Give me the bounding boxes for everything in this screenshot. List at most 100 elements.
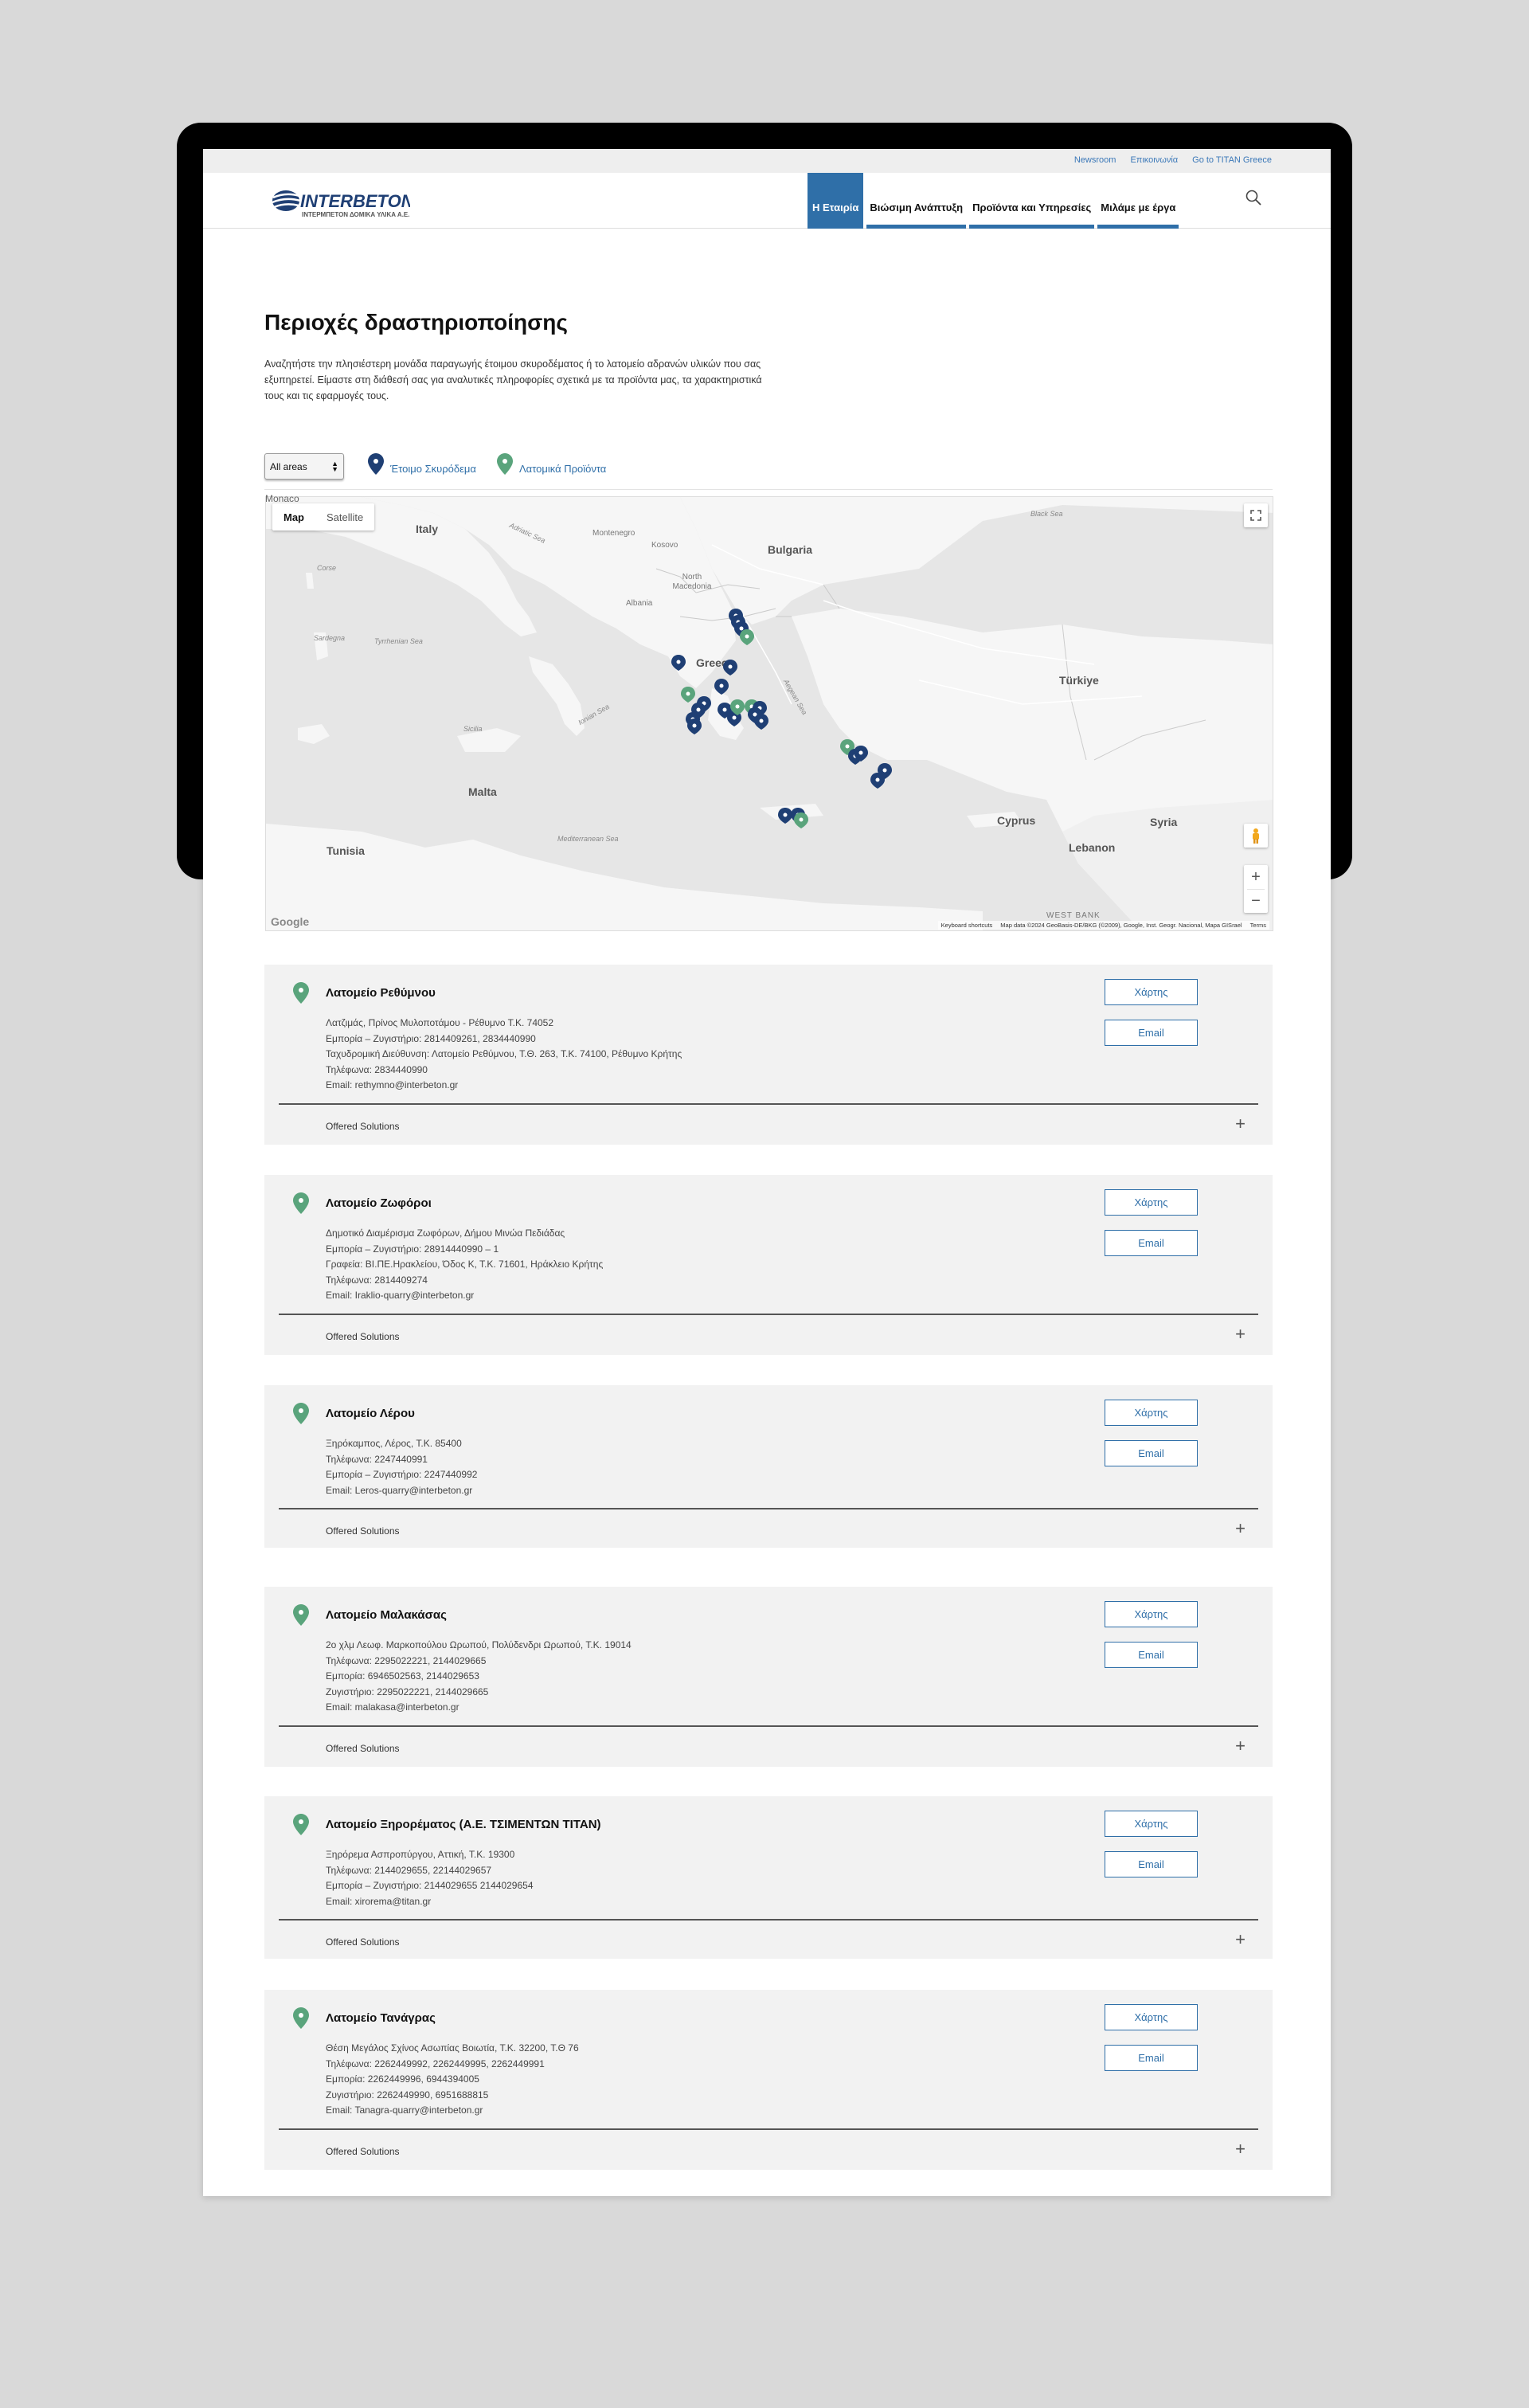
quarry-detail-line: Τηλέφωνα: 2247440991: [326, 1453, 428, 1465]
link-newsroom[interactable]: Newsroom: [1074, 155, 1116, 165]
zoom-controls: + −: [1244, 865, 1268, 913]
map-button[interactable]: Χάρτης: [1105, 979, 1198, 1005]
map-type-satellite[interactable]: Satellite: [315, 503, 374, 531]
zoom-out-button[interactable]: −: [1247, 889, 1265, 913]
link-titan-greece[interactable]: Go to TITAN Greece: [1192, 155, 1272, 165]
map-button[interactable]: Χάρτης: [1105, 1400, 1198, 1426]
legend-ready-mix[interactable]: Έτοιμο Σκυρόδεμα: [368, 453, 476, 475]
map-button[interactable]: Χάρτης: [1105, 1601, 1198, 1627]
locations-map[interactable]: Italy Montenegro Kosovo Bulgaria North M…: [265, 496, 1273, 931]
map-pin[interactable]: [754, 714, 768, 730]
email-button[interactable]: Email: [1105, 1020, 1198, 1046]
quarry-detail-line: Θέση Μεγάλος Σχίνος Ασωπίας Βοιωτία, Τ.Κ…: [326, 2042, 579, 2054]
quarry-detail-line: Τηλέφωνα: 2814409274: [326, 1274, 428, 1286]
quarry-detail-line: Εμπορία – Ζυγιστήριο: 28914440990 – 1: [326, 1243, 499, 1255]
legend-aggregates[interactable]: Λατομικά Προϊόντα: [497, 453, 606, 475]
map-button[interactable]: Χάρτης: [1105, 2004, 1198, 2030]
email-button[interactable]: Email: [1105, 1230, 1198, 1256]
map-pin[interactable]: [714, 679, 729, 695]
email-button[interactable]: Email: [1105, 1440, 1198, 1466]
expand-plus-icon[interactable]: +: [1235, 1520, 1245, 1537]
quarry-detail-line: Εμπορία: 2262449996, 6944394005: [326, 2073, 479, 2085]
email-button[interactable]: Email: [1105, 1851, 1198, 1877]
offered-solutions-label[interactable]: Offered Solutions: [326, 1525, 400, 1537]
map-attribution: Keyboard shortcuts Map data ©2024 GeoBas…: [937, 921, 1269, 930]
quarry-detail-line: Email: malakasa@interbeton.gr: [326, 1701, 459, 1713]
map-pin[interactable]: [778, 808, 792, 824]
map-pin[interactable]: [740, 629, 754, 645]
area-select[interactable]: All areas ▲ ▼: [264, 453, 344, 480]
map-overflow-label: Monaco: [265, 493, 299, 504]
expand-plus-icon[interactable]: +: [1235, 1115, 1245, 1133]
email-button[interactable]: Email: [1105, 2045, 1198, 2071]
keyboard-shortcuts-link[interactable]: Keyboard shortcuts: [941, 922, 993, 929]
top-utility-bar: Newsroom Επικοινωνία Go to TITAN Greece: [203, 149, 1331, 173]
quarry-detail-line: Email: Tanagra-quarry@interbeton.gr: [326, 2105, 483, 2116]
map-pin[interactable]: [723, 660, 737, 675]
map-pin[interactable]: [671, 655, 686, 671]
quarry-detail-line: Τηλέφωνα: 2295022221, 2144029665: [326, 1654, 487, 1666]
nav-tab-projects[interactable]: Μιλάμε με έργα: [1097, 173, 1179, 229]
quarry-card: Λατομείο Λέρου Ξηρόκαμπος, Λέρος, Τ.Κ. 8…: [264, 1385, 1273, 1548]
search-icon[interactable]: [1245, 189, 1262, 206]
offered-solutions-label[interactable]: Offered Solutions: [326, 1331, 400, 1342]
expand-plus-icon[interactable]: +: [1235, 1737, 1245, 1755]
location-pin-icon: [293, 1192, 309, 1214]
expand-plus-icon[interactable]: +: [1235, 2140, 1245, 2158]
zoom-in-button[interactable]: +: [1251, 865, 1261, 889]
location-pin-icon: [293, 1814, 309, 1835]
quarry-card: Λατομείο Μαλακάσας 2ο χλμ Λεωφ. Μαρκοπού…: [264, 1587, 1273, 1767]
email-button[interactable]: Email: [1105, 1642, 1198, 1668]
link-contact[interactable]: Επικοινωνία: [1130, 155, 1178, 165]
offered-solutions-label[interactable]: Offered Solutions: [326, 1121, 400, 1132]
quarry-detail-line: Ζυγιστήριο: 2262449990, 6951688815: [326, 2089, 489, 2101]
quarry-card: Λατομείο Ζωφόροι Δημοτικό Διαμέρισμα Ζωφ…: [264, 1175, 1273, 1355]
quarry-details: Λατζιμάς, Πρίνος Μυλοποτάμου - Ρέθυμνο Τ…: [326, 1016, 682, 1094]
legend-aggregates-label: Λατομικά Προϊόντα: [519, 463, 607, 475]
quarry-detail-line: Email: rethymno@interbeton.gr: [326, 1079, 459, 1090]
quarry-title: Λατομείο Ρεθύμνου: [326, 986, 436, 1000]
terms-link[interactable]: Terms: [1250, 922, 1266, 929]
fullscreen-icon[interactable]: [1244, 503, 1268, 527]
map-pin[interactable]: [870, 773, 885, 789]
quarry-title: Λατομείο Τανάγρας: [326, 2011, 436, 2025]
quarry-detail-line: Email: Leros-quarry@interbeton.gr: [326, 1484, 473, 1496]
quarry-title: Λατομείο Ζωφόροι: [326, 1196, 432, 1210]
quarry-detail-line: 2ο χλμ Λεωφ. Μαρκοπούλου Ωρωπού, Πολύδεν…: [326, 1639, 632, 1650]
map-button[interactable]: Χάρτης: [1105, 1189, 1198, 1216]
quarry-details: Θέση Μεγάλος Σχίνος Ασωπίας Βοιωτία, Τ.Κ…: [326, 2041, 579, 2119]
quarry-detail-line: Εμπορία: 6946502563, 2144029653: [326, 1670, 479, 1682]
quarry-detail-line: Γραφεία: ΒΙ.ΠΕ.Ηρακλείου, Όδος Κ, Τ.Κ. 7…: [326, 1259, 604, 1270]
nav-tab-company[interactable]: Η Εταιρία: [808, 173, 864, 229]
quarry-detail-line: Ξηρόρεμα Ασπροπύργου, Αττική, Τ.Κ. 19300: [326, 1849, 515, 1860]
quarry-detail-line: Εμπορία – Ζυγιστήριο: 2144029655 2144029…: [326, 1880, 534, 1891]
quarry-detail-line: Λατζιμάς, Πρίνος Μυλοποτάμου - Ρέθυμνο Τ…: [326, 1017, 554, 1028]
location-pin-icon: [293, 1604, 309, 1626]
offered-solutions-label[interactable]: Offered Solutions: [326, 1743, 400, 1754]
expand-plus-icon[interactable]: +: [1235, 1325, 1245, 1343]
map-pin[interactable]: [794, 812, 808, 828]
map-pin[interactable]: [681, 687, 695, 703]
quarry-title: Λατομείο Ξηρορέματος (Α.Ε. ΤΣΙΜΕΝΤΩΝ ΤΙΤ…: [326, 1818, 601, 1831]
ready-mix-pin-icon: [368, 453, 384, 475]
nav-tab-sustainability[interactable]: Βιώσιμη Ανάπτυξη: [866, 173, 967, 229]
interbeton-logo[interactable]: INTERBETON ΙΝΤΕΡΜΠΕΤΟΝ ΔΟΜΙΚΑ ΥΛΙΚΑ Α.Ε.: [270, 186, 415, 221]
map-pin[interactable]: [687, 718, 702, 734]
page: Newsroom Επικοινωνία Go to TITAN Greece …: [203, 149, 1331, 2196]
google-logo: Google: [271, 915, 310, 928]
offered-solutions-label[interactable]: Offered Solutions: [326, 1936, 400, 1948]
quarry-title: Λατομείο Μαλακάσας: [326, 1608, 447, 1622]
map-type-map[interactable]: Map: [272, 503, 315, 531]
map-filter-bar: All areas ▲ ▼ Έτοιμο Σκυρόδεμα Λατομικά Π…: [264, 453, 1273, 490]
location-pin-icon: [293, 1403, 309, 1424]
map-button[interactable]: Χάρτης: [1105, 1811, 1198, 1837]
select-arrows-icon: ▲ ▼: [331, 460, 338, 473]
divider: [279, 1103, 1258, 1105]
offered-solutions-label[interactable]: Offered Solutions: [326, 2146, 400, 2157]
main-navigation: INTERBETON ΙΝΤΕΡΜΠΕΤΟΝ ΔΟΜΙΚΑ ΥΛΙΚΑ Α.Ε.…: [203, 173, 1331, 229]
street-view-pegman-icon[interactable]: [1244, 824, 1268, 848]
quarry-details: Δημοτικό Διαμέρισμα Ζωφόρων, Δήμου Μινώα…: [326, 1226, 603, 1304]
quarry-details: Ξηρόρεμα Ασπροπύργου, Αττική, Τ.Κ. 19300…: [326, 1847, 534, 1909]
nav-tab-products-services[interactable]: Προϊόντα και Υπηρεσίες: [969, 173, 1095, 229]
expand-plus-icon[interactable]: +: [1235, 1931, 1245, 1948]
